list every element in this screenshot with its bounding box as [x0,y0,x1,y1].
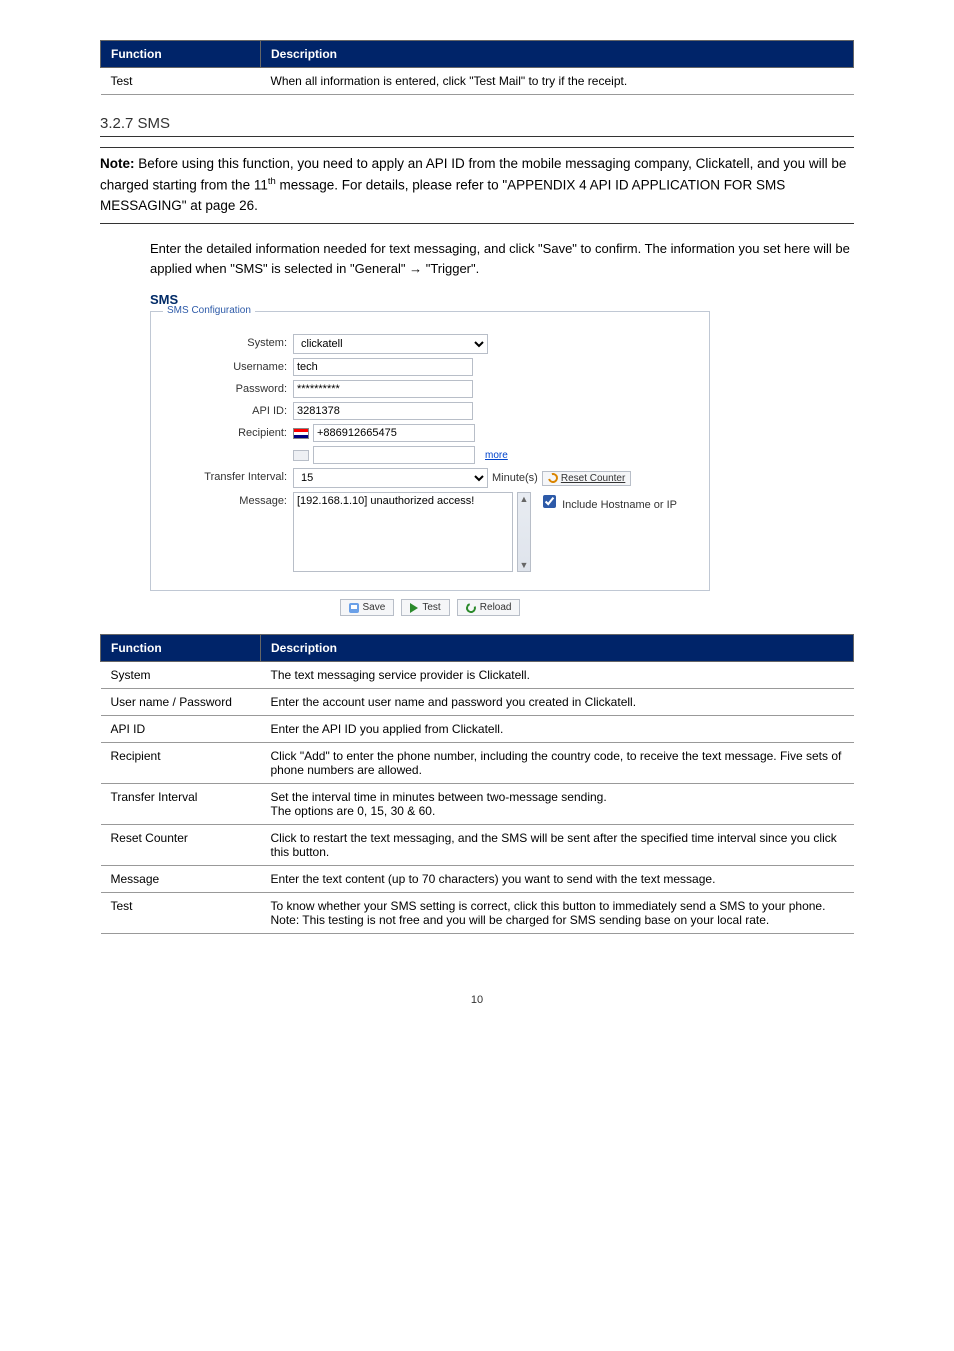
button-bar: Save Test Reload [150,599,710,616]
label-username: Username: [163,358,293,373]
label-system: System: [163,334,293,349]
scrollbar[interactable]: ▲▼ [517,492,531,572]
sms-config-panel: SMS SMS Configuration System: clickatell… [150,292,710,616]
params-function-table: Function Description SystemThe text mess… [100,634,854,934]
table-row: TestTo know whether your SMS setting is … [101,893,854,934]
system-select[interactable]: clickatell [293,334,488,354]
note-label: Note: [100,156,135,171]
top-function-table: Function Description Test When all infor… [100,40,854,95]
table-row: MessageEnter the text content (up to 70 … [101,866,854,893]
label-password: Password: [163,380,293,395]
save-button[interactable]: Save [340,599,395,616]
message-textarea[interactable]: [192.168.1.10] unauthorized access! [293,492,513,572]
password-input[interactable] [293,380,473,398]
th-description: Description [261,41,854,68]
cell-func: Transfer Interval [101,784,261,825]
cell-desc: Enter the API ID you applied from Clicka… [261,716,854,743]
test-button[interactable]: Test [401,599,449,616]
table-row: User name / PasswordEnter the account us… [101,689,854,716]
sms-legend: SMS Configuration [163,305,255,316]
cell-func: User name / Password [101,689,261,716]
reload-icon [464,601,477,614]
interval-select[interactable]: 15 [293,468,488,488]
more-link[interactable]: more [485,450,508,461]
cell-func: System [101,662,261,689]
label-interval: Transfer Interval: [163,468,293,483]
page-number: 10 [100,994,854,1006]
intro-paragraph: Enter the detailed information needed fo… [100,239,854,278]
section-heading: 3.2.7 SMS [100,115,854,137]
reset-counter-button[interactable]: Reset Counter [542,471,631,486]
recipient-input[interactable] [313,424,475,442]
cell-desc: To know whether your SMS setting is corr… [261,893,854,934]
cell-func: Reset Counter [101,825,261,866]
cell-func: Test [101,893,261,934]
sms-fieldset: SMS Configuration System: clickatell Use… [150,311,710,591]
reload-button[interactable]: Reload [457,599,521,616]
label-recipient: Recipient: [163,424,293,439]
reset-icon [546,471,560,485]
cell-func: Test [101,68,261,95]
th-function: Function [101,41,261,68]
note-block: Note: Before using this function, you ne… [100,147,854,224]
apiid-input[interactable] [293,402,473,420]
label-apiid: API ID: [163,402,293,417]
cell-desc: Click to restart the text messaging, and… [261,825,854,866]
recipient-input-2[interactable] [313,446,475,464]
minute-unit: Minute(s) [492,472,538,484]
cell-desc: When all information is entered, click "… [261,68,854,95]
table-row: API IDEnter the API ID you applied from … [101,716,854,743]
th-function: Function [101,635,261,662]
include-hostname-checkbox[interactable] [543,495,556,508]
th-description: Description [261,635,854,662]
cell-func: Recipient [101,743,261,784]
include-hostname-label: Include Hostname or IP [562,499,677,511]
username-input[interactable] [293,358,473,376]
table-row: RecipientClick "Add" to enter the phone … [101,743,854,784]
play-icon [410,603,418,613]
table-row: Reset CounterClick to restart the text m… [101,825,854,866]
save-icon [349,603,359,613]
cell-desc: The text messaging service provider is C… [261,662,854,689]
cell-desc: Enter the account user name and password… [261,689,854,716]
cell-desc: Click "Add" to enter the phone number, i… [261,743,854,784]
flag-icon [293,428,309,439]
label-message: Message: [163,492,293,507]
table-row: Test When all information is entered, cl… [101,68,854,95]
cell-desc: Enter the text content (up to 70 charact… [261,866,854,893]
cell-desc: Set the interval time in minutes between… [261,784,854,825]
flag-placeholder-icon [293,450,309,461]
table-row: Transfer IntervalSet the interval time i… [101,784,854,825]
table-row: SystemThe text messaging service provide… [101,662,854,689]
note-sup: th [268,176,276,187]
cell-func: API ID [101,716,261,743]
cell-func: Message [101,866,261,893]
